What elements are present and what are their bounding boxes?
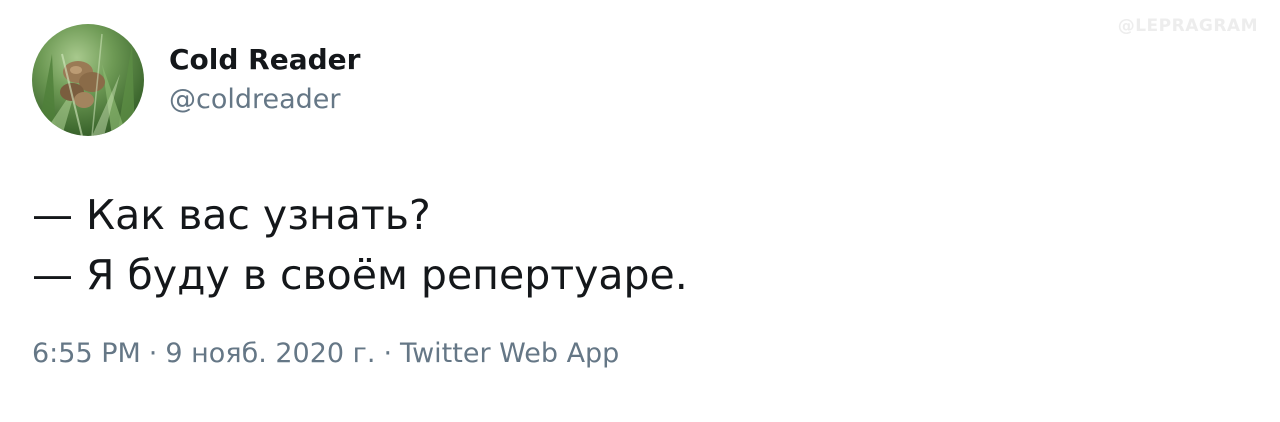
tweet-header: Cold Reader @coldreader: [32, 24, 1240, 136]
tweet-date[interactable]: 9 нояб. 2020 г.: [165, 338, 375, 369]
tweet-line: — Я буду в своём репертуаре.: [32, 251, 688, 299]
tweet-text: — Как вас узнать? — Я буду в своём репер…: [32, 185, 1240, 305]
tweet-source[interactable]: Twitter Web App: [400, 338, 619, 369]
tweet-line: — Как вас узнать?: [32, 191, 431, 239]
tweet-meta: 6:55 PM · 9 нояб. 2020 г. · Twitter Web App: [32, 336, 1240, 372]
user-handle[interactable]: @coldreader: [169, 82, 360, 118]
tweet-card: Cold Reader @coldreader — Как вас узнать…: [32, 24, 1240, 372]
meta-separator: ·: [383, 338, 393, 369]
user-info: Cold Reader @coldreader: [169, 42, 360, 118]
avatar[interactable]: [32, 24, 144, 136]
avatar-photo-icon: [37, 33, 135, 136]
meta-separator: ·: [148, 338, 158, 369]
display-name[interactable]: Cold Reader: [169, 42, 360, 78]
tweet-time[interactable]: 6:55 PM: [32, 338, 141, 369]
